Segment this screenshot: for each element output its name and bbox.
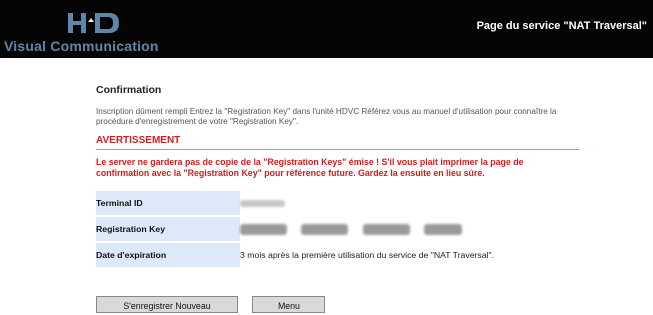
terminal-id-row: Terminal ID xyxy=(96,191,579,217)
expiration-date-value: 3 mois après la première utilisation du … xyxy=(240,242,579,269)
blurred-terminal-id xyxy=(240,200,285,208)
blurred-key-part xyxy=(240,223,287,235)
registration-key-label: Registration Key xyxy=(96,216,240,243)
terminal-id-label: Terminal ID xyxy=(96,191,240,217)
blurred-key-part xyxy=(362,223,410,235)
confirmation-panel: Confirmation Inscription dûment rempli E… xyxy=(96,84,579,269)
hd-logo-icon xyxy=(68,13,119,33)
register-new-button[interactable]: S'enregistrer Nouveau xyxy=(96,296,238,313)
warning-message: Le server ne gardera pas de copie de la … xyxy=(96,157,524,178)
terminal-id-value xyxy=(240,191,579,217)
service-title: Page du service "NAT Traversal" xyxy=(476,20,647,32)
expiration-date-row: Date d'expiration 3 mois après la premiè… xyxy=(96,242,579,269)
warning-title: AVERTISSEMENT xyxy=(96,133,579,150)
registration-description: Inscription dûment rempli Entrez la "Reg… xyxy=(96,107,557,126)
action-buttons: S'enregistrer Nouveau Menu xyxy=(96,296,335,314)
header: Visual Communication Page du service "NA… xyxy=(0,0,653,58)
menu-button[interactable]: Menu xyxy=(252,296,326,313)
registration-key-value xyxy=(240,216,579,243)
brand-logo-text: Visual Communication xyxy=(4,38,159,54)
page-title: Confirmation xyxy=(96,84,162,96)
registration-details-table: Terminal ID Registration Key Date d'expi… xyxy=(96,191,579,269)
blurred-key-part xyxy=(424,223,463,235)
blurred-key-part xyxy=(301,223,349,235)
registration-key-row: Registration Key xyxy=(96,216,579,243)
expiration-date-label: Date d'expiration xyxy=(96,242,240,269)
